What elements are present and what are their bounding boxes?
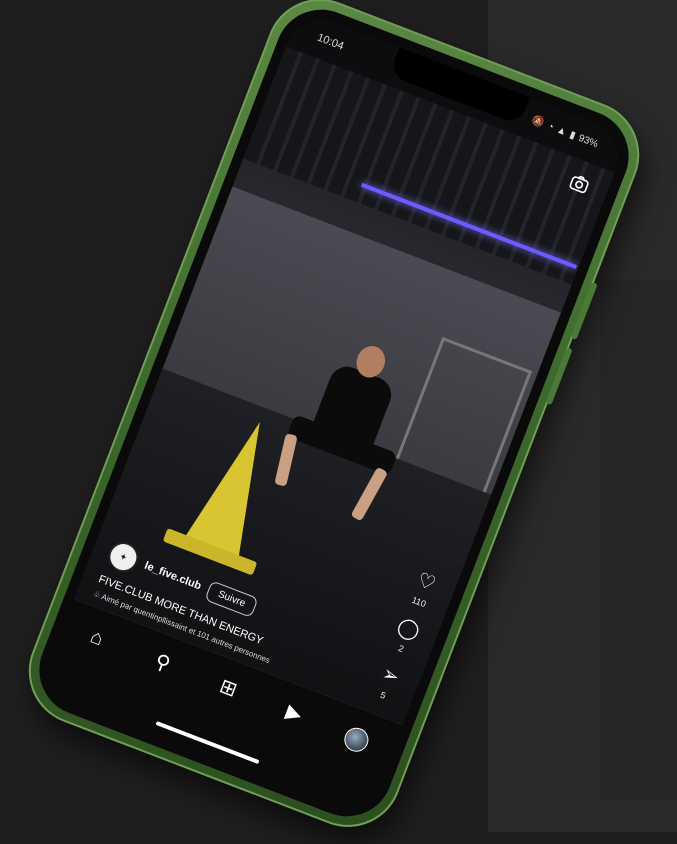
battery-icon: ▮ <box>568 128 578 142</box>
profile-avatar <box>340 724 372 756</box>
signal-icon: ▲ <box>555 123 569 138</box>
background-panel-shadow <box>600 280 677 800</box>
status-icons: 🔕 ◔ ▲ ▮ 93% <box>530 114 599 149</box>
comment-icon[interactable]: ◯ <box>394 615 423 644</box>
profile-tab[interactable] <box>340 724 378 757</box>
heart-icon[interactable]: ♡ <box>414 569 439 596</box>
send-icon[interactable]: ➢ <box>379 662 403 689</box>
like-count: 110 <box>410 594 428 610</box>
comment-count: 2 <box>396 643 406 655</box>
search-icon[interactable]: ⚲ <box>145 648 180 677</box>
share-count: 5 <box>378 689 388 701</box>
mute-icon: 🔕 <box>530 114 546 130</box>
battery-level: 93% <box>577 132 600 150</box>
status-time: 10:04 <box>315 31 346 53</box>
reels-icon[interactable]: ▶ <box>276 699 311 728</box>
home-icon[interactable]: ⌂ <box>79 623 114 652</box>
create-icon[interactable]: ⊞ <box>211 674 246 703</box>
wifi-icon: ◔ <box>545 120 556 133</box>
